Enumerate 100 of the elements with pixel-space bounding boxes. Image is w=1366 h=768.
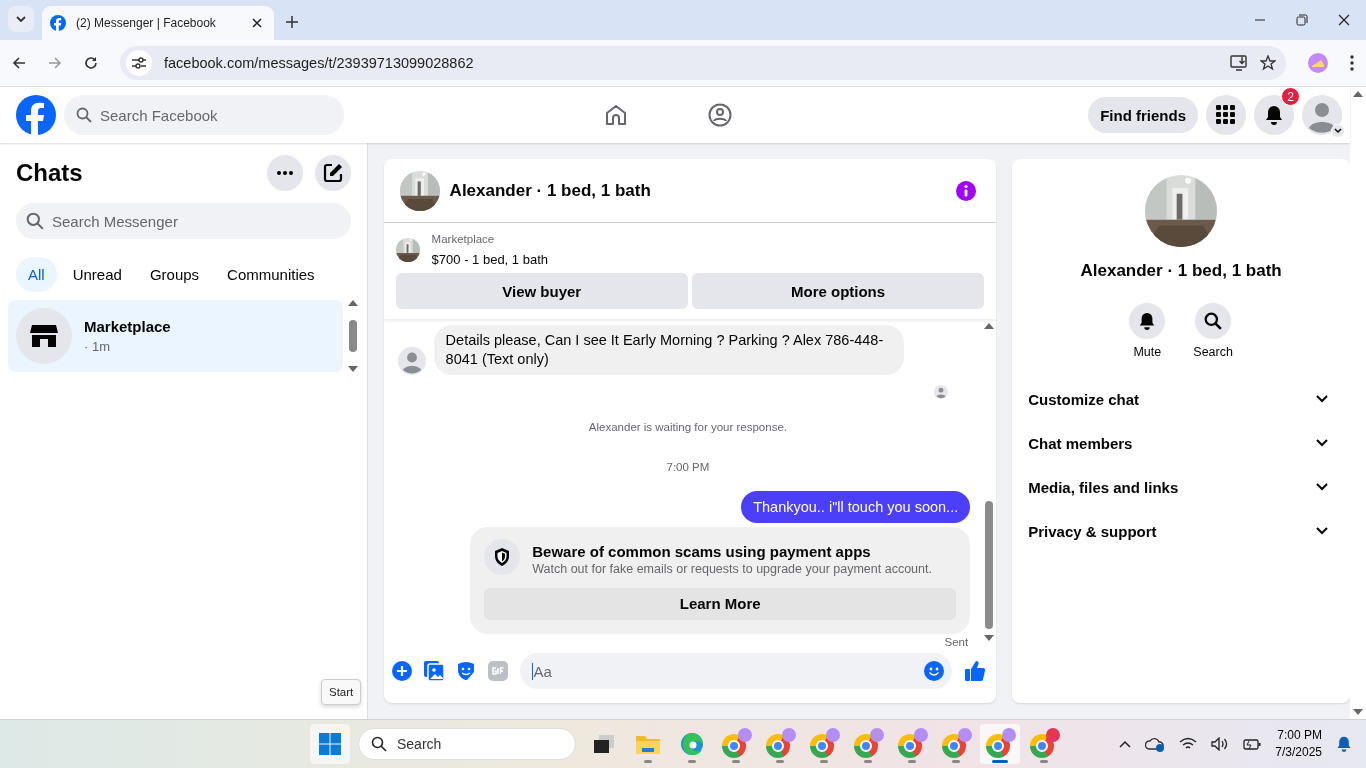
caret-icon xyxy=(1331,124,1345,138)
message-input[interactable]: Aa xyxy=(519,653,953,689)
install-app-icon[interactable] xyxy=(1230,55,1248,71)
like-icon[interactable] xyxy=(964,660,987,682)
chat-list-item[interactable]: Marketplace · 1m xyxy=(8,300,343,372)
search-field[interactable]: Search Facebook xyxy=(64,95,344,135)
learn-more-button[interactable]: Learn More xyxy=(484,587,957,620)
forward-icon[interactable] xyxy=(48,56,62,70)
avatar-icon xyxy=(1302,95,1342,135)
people-circle-icon[interactable] xyxy=(708,103,732,127)
scrollbar-thumb[interactable] xyxy=(348,320,357,352)
section-header[interactable]: Chat members xyxy=(1028,421,1334,465)
warning-text: Watch out for fake emails or requests to upgrade your payment account. xyxy=(532,561,932,576)
store-icon xyxy=(16,308,72,364)
scroll-down-icon[interactable] xyxy=(347,366,358,372)
chrome-icon xyxy=(808,727,840,760)
battery-icon[interactable] xyxy=(1243,736,1262,751)
chat-name: Marketplace xyxy=(84,318,171,335)
search-icon xyxy=(371,735,387,752)
delivery-status: Sent xyxy=(944,635,969,648)
chrome-icon xyxy=(896,727,928,760)
speaker-icon[interactable] xyxy=(1211,736,1230,751)
chevron-up-icon[interactable] xyxy=(1119,739,1132,748)
tooltip: Start xyxy=(321,679,362,705)
scroll-down-icon[interactable] xyxy=(984,635,995,641)
new-tab-icon[interactable] xyxy=(286,16,298,28)
search-field[interactable]: Search Messenger xyxy=(16,203,351,239)
conversation-title: Alexander · 1 bed, 1 bath xyxy=(449,180,652,201)
message-bubble: Thankyou.. i"ll touch you soon... xyxy=(741,490,971,523)
facebook-logo[interactable] xyxy=(16,95,56,135)
search-icon xyxy=(26,212,44,230)
chat-time: · 1m xyxy=(84,339,111,354)
new-message-button[interactable] xyxy=(314,155,351,191)
sticker-icon[interactable] xyxy=(455,661,476,681)
grid-icon xyxy=(1216,105,1236,125)
caret-icon xyxy=(16,16,26,22)
add-icon[interactable] xyxy=(391,661,412,681)
filter-tab[interactable]: All xyxy=(16,257,57,292)
sender-avatar-icon xyxy=(397,346,426,375)
search-icon xyxy=(1204,312,1223,330)
notification-badge: 2 xyxy=(1281,87,1300,106)
chrome-icon xyxy=(852,727,884,760)
edge-icon xyxy=(680,731,704,756)
back-icon[interactable] xyxy=(12,56,26,70)
filter-tab[interactable]: Unread xyxy=(60,257,134,292)
sidebar-title: Chats xyxy=(16,159,84,187)
site-settings-icon[interactable] xyxy=(126,50,152,76)
account-button[interactable] xyxy=(1302,95,1342,135)
restore-icon[interactable] xyxy=(1296,14,1308,26)
notification-bell-icon[interactable] xyxy=(1336,735,1352,752)
clock-time: 7:00 PM xyxy=(1276,726,1322,744)
listing-action-button[interactable]: View buyer xyxy=(395,273,688,309)
compose-icon xyxy=(322,163,343,183)
address-bar[interactable]: facebook.com/messages/t/23939713099028862 xyxy=(120,46,1286,80)
photo-icon[interactable] xyxy=(423,661,444,681)
bell-icon xyxy=(1138,312,1157,330)
browser-tab[interactable]: (2) Messenger | Facebook xyxy=(42,6,274,40)
more-button[interactable] xyxy=(266,155,303,191)
scrollbar-thumb[interactable] xyxy=(985,501,994,629)
emoji-icon[interactable] xyxy=(924,661,945,681)
scroll-up-icon[interactable] xyxy=(1353,91,1363,97)
task-view-icon xyxy=(593,733,615,754)
reload-icon[interactable] xyxy=(84,56,98,70)
bell-icon xyxy=(1264,105,1284,125)
home-icon[interactable] xyxy=(604,103,628,127)
wifi-icon[interactable] xyxy=(1179,736,1198,751)
filter-tab[interactable]: Communities xyxy=(215,257,327,292)
listing-summary: $700 - 1 bed, 1 bath xyxy=(431,252,548,267)
start-button[interactable] xyxy=(310,723,350,764)
chrome-icon xyxy=(720,727,752,760)
chrome-icon xyxy=(984,727,1016,760)
menu-button[interactable] xyxy=(1206,95,1246,135)
more-icon xyxy=(276,171,293,175)
tab-list-button[interactable] xyxy=(8,6,34,32)
facebook-logo-icon xyxy=(50,15,66,31)
scroll-up-icon[interactable] xyxy=(984,323,995,329)
section-header[interactable]: Privacy & support xyxy=(1028,509,1334,553)
section-header[interactable]: Media, files and links xyxy=(1028,465,1334,509)
scroll-down-icon[interactable] xyxy=(1353,709,1363,715)
contact-name: Alexander · 1 bed, 1 bath xyxy=(1080,261,1282,281)
info-icon[interactable] xyxy=(956,180,977,201)
waiting-notice: Alexander is waiting for your response. xyxy=(587,420,788,433)
section-header[interactable]: Customize chat xyxy=(1028,377,1334,421)
listing-action-button[interactable]: More options xyxy=(691,273,985,309)
close-icon[interactable] xyxy=(252,18,262,28)
filter-tab[interactable]: Groups xyxy=(137,257,212,292)
clock-date: 7/3/2025 xyxy=(1275,743,1322,761)
cloud-icon[interactable] xyxy=(1145,735,1166,752)
close-icon[interactable] xyxy=(1338,14,1350,26)
message-bubble: Details please, Can I see It Early Morning ? Parking ? Alex 786-448-8041 (Text only) xyxy=(433,325,904,375)
windows-logo-icon xyxy=(319,732,341,755)
taskbar-app-button[interactable] xyxy=(980,723,1020,764)
taskbar-search-field[interactable]: Search xyxy=(358,727,576,760)
message-timestamp: 7:00 PM xyxy=(665,460,711,473)
bookmark-star-icon[interactable] xyxy=(1260,55,1276,71)
chrome-icon xyxy=(940,727,972,760)
scroll-up-icon[interactable] xyxy=(347,300,358,306)
find-friends-button[interactable]: Find friends xyxy=(1088,97,1198,133)
menu-icon[interactable] xyxy=(1350,55,1354,71)
chrome-icon xyxy=(764,727,796,760)
